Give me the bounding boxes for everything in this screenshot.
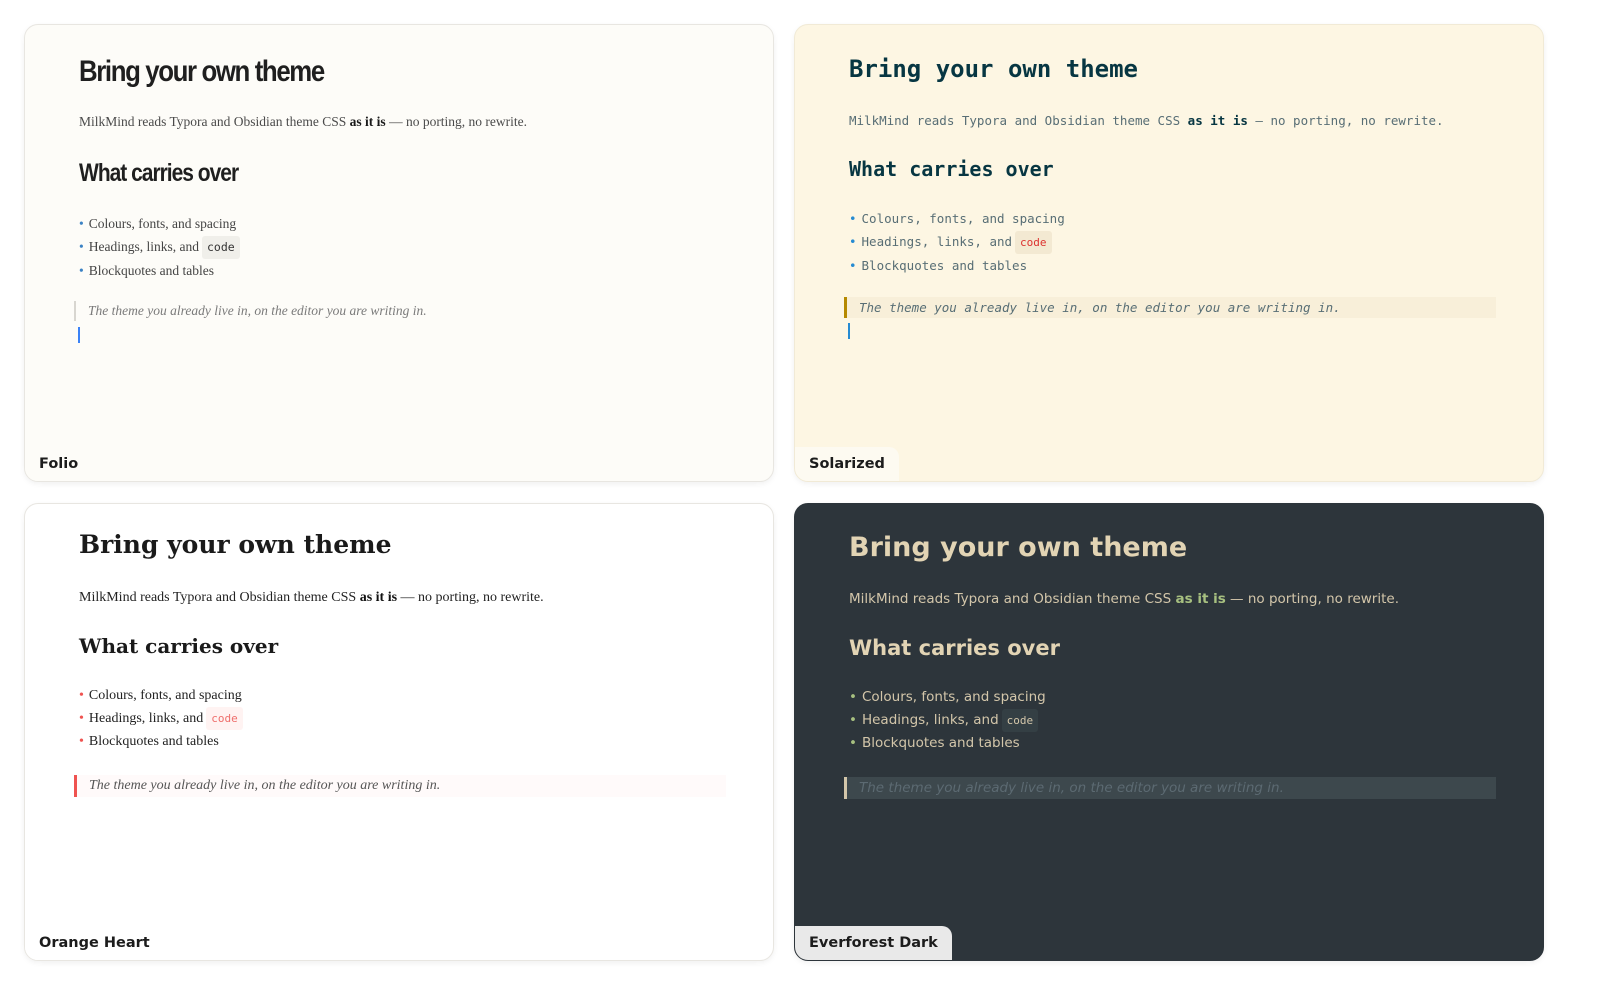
theme-name-label: Everforest Dark <box>795 926 952 960</box>
theme-preview-card-solarized[interactable]: Bring your own theme MilkMind reads Typo… <box>794 24 1544 482</box>
intro-text: MilkMind reads Typora and Obsidian theme… <box>79 590 357 605</box>
list-item-text: Headings, links, and <box>861 234 1013 249</box>
intro-bold-text: as it is <box>359 590 398 605</box>
list-item: • Colours, fonts, and spacing <box>79 684 243 707</box>
list-item: • Headings, links, and code <box>79 235 240 259</box>
heading-1: Bring your own theme <box>79 530 392 559</box>
bullet-icon: • <box>79 263 84 278</box>
bullet-icon: • <box>849 712 857 728</box>
theme-preview-card-orange-heart[interactable]: Bring your own theme MilkMind reads Typo… <box>24 503 774 961</box>
heading-1: Bring your own theme <box>849 532 1188 563</box>
intro-text: MilkMind reads Typora and Obsidian theme… <box>849 591 1172 607</box>
theme-name-label: Folio <box>25 447 93 481</box>
list-item: • Blockquotes and tables <box>79 730 243 753</box>
list-item: • Headings, links, and code <box>849 709 1046 732</box>
list-item-text: Colours, fonts, and spacing <box>861 689 1046 705</box>
intro-end-text: – no porting, no rewrite. <box>1247 113 1444 128</box>
intro-paragraph: MilkMind reads Typora and Obsidian theme… <box>79 114 527 130</box>
bullet-icon: • <box>849 689 857 705</box>
heading-2: What carries over <box>849 636 1060 660</box>
bullet-icon: • <box>849 735 857 751</box>
bullet-list: • Colours, fonts, and spacing • Headings, … <box>79 684 243 753</box>
intro-paragraph: MilkMind reads Typora and Obsidian theme… <box>79 590 544 606</box>
heading-1: Bring your own theme <box>79 55 325 88</box>
list-item-text: Colours, fonts, and spacing <box>88 216 237 231</box>
heading-1: Bring your own theme <box>849 55 1138 83</box>
theme-preview-card-everforest-dark[interactable]: Bring your own theme MilkMind reads Typo… <box>794 503 1544 961</box>
bullet-icon: • <box>79 688 84 703</box>
blockquote: The theme you already live in, on the ed… <box>844 777 1496 799</box>
heading-2: What carries over <box>79 634 279 658</box>
intro-end-text: — no porting, no rewrite. <box>397 590 544 605</box>
list-item: • Colours, fonts, and spacing <box>79 212 240 235</box>
theme-name-label: Solarized <box>795 447 899 481</box>
list-item: • Headings, links, and code <box>849 230 1065 254</box>
intro-bold-text: as it is <box>349 114 386 129</box>
inline-code: code <box>201 236 240 259</box>
bullet-list: • Colours, fonts, and spacing • Headings, … <box>79 212 240 282</box>
intro-end-text: — no porting, no rewrite. <box>385 114 528 129</box>
bullet-list: • Colours, fonts, and spacing • Headings, … <box>849 686 1046 755</box>
bullet-icon: • <box>79 239 84 254</box>
inline-code: code <box>1001 709 1039 732</box>
intro-bold-text: as it is <box>1187 113 1248 128</box>
heading-2: What carries over <box>849 157 1054 181</box>
intro-paragraph: MilkMind reads Typora and Obsidian theme… <box>849 113 1444 128</box>
bullet-icon: • <box>79 734 84 749</box>
bullet-list: • Colours, fonts, and spacing • Headings, … <box>849 207 1065 277</box>
list-item-text: Blockquotes and tables <box>861 258 1028 273</box>
list-item-text: Blockquotes and tables <box>88 734 219 749</box>
text-caret <box>78 327 80 343</box>
list-item-text: Colours, fonts, and spacing <box>88 688 242 703</box>
heading-2: What carries over <box>79 159 239 187</box>
intro-text: MilkMind reads Typora and Obsidian theme… <box>79 114 347 129</box>
blockquote: The theme you already live in, on the ed… <box>844 297 1496 318</box>
list-item: • Colours, fonts, and spacing <box>849 207 1065 230</box>
inline-code: code <box>206 707 243 730</box>
intro-end-text: — no porting, no rewrite. <box>1225 591 1399 607</box>
inline-code: code <box>1015 231 1052 254</box>
list-item: • Blockquotes and tables <box>849 732 1046 755</box>
list-item: • Colours, fonts, and spacing <box>849 686 1046 709</box>
intro-paragraph: MilkMind reads Typora and Obsidian theme… <box>849 591 1399 607</box>
list-item-text: Blockquotes and tables <box>861 735 1020 751</box>
intro-bold-text: as it is <box>1175 591 1226 607</box>
bullet-icon: • <box>849 234 857 249</box>
theme-name-label: Orange Heart <box>25 926 164 960</box>
bullet-icon: • <box>79 216 84 231</box>
list-item: • Headings, links, and code <box>79 707 243 730</box>
list-item-text: Headings, links, and <box>88 711 204 726</box>
list-item-text: Headings, links, and <box>861 712 999 728</box>
text-caret <box>848 323 850 339</box>
list-item: • Blockquotes and tables <box>79 259 240 282</box>
blockquote: The theme you already live in, on the ed… <box>74 775 726 797</box>
blockquote: The theme you already live in, on the ed… <box>74 301 439 321</box>
intro-text: MilkMind reads Typora and Obsidian theme… <box>849 113 1181 128</box>
bullet-icon: • <box>849 258 857 273</box>
list-item: • Blockquotes and tables <box>849 254 1065 277</box>
bullet-icon: • <box>79 711 84 726</box>
list-item-text: Blockquotes and tables <box>88 263 214 278</box>
theme-preview-card-folio[interactable]: Bring your own theme MilkMind reads Typo… <box>24 24 774 482</box>
list-item-text: Colours, fonts, and spacing <box>861 211 1065 226</box>
bullet-icon: • <box>849 211 857 226</box>
list-item-text: Headings, links, and <box>88 239 199 254</box>
